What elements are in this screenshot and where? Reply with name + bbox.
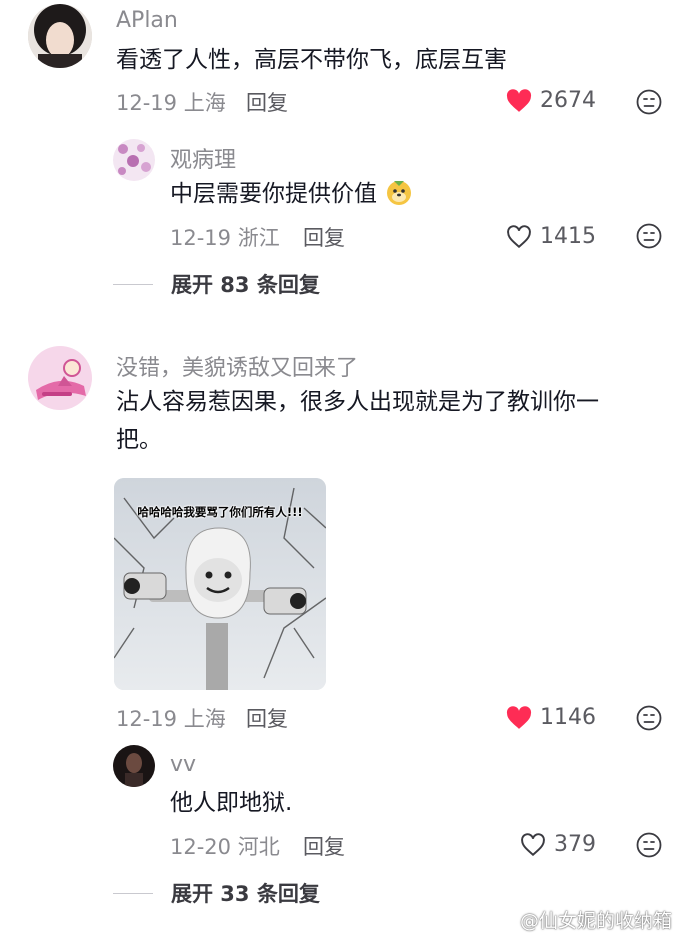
divider-line bbox=[113, 283, 153, 285]
comment-text-line2: 把。 bbox=[116, 427, 162, 453]
reply-username[interactable]: 观病理 bbox=[170, 142, 236, 174]
location-text: 浙江 bbox=[237, 226, 280, 250]
location-text: 河北 bbox=[237, 835, 280, 859]
dislike-icon[interactable] bbox=[636, 89, 662, 115]
expand-replies-button[interactable]: 展开 83 条回复 bbox=[113, 269, 320, 299]
reply-text-content: 中层需要你提供价值 bbox=[170, 181, 377, 207]
divider-line bbox=[113, 892, 153, 894]
date-text: 12-19 bbox=[170, 226, 232, 250]
location-text: 上海 bbox=[183, 707, 226, 731]
like-count: 2674 bbox=[540, 88, 596, 113]
comment-text-line1: 沾人容易惹因果，很多人出现就是为了教训你一 bbox=[116, 389, 599, 415]
reply-date: 12-20 河北 bbox=[170, 831, 280, 861]
comment-date: 12-19 上海 bbox=[116, 87, 226, 117]
date-text: 12-19 bbox=[116, 707, 178, 731]
dislike-icon[interactable] bbox=[636, 223, 662, 249]
cartoon-avatar-icon bbox=[28, 346, 92, 410]
reply-button[interactable]: 回复 bbox=[246, 87, 288, 117]
image-caption: 哈哈哈哈我要骂了你们所有人!!! bbox=[137, 505, 303, 519]
dislike-icon[interactable] bbox=[636, 832, 662, 858]
like-button[interactable]: 1415 bbox=[506, 224, 596, 249]
like-button[interactable]: 379 bbox=[520, 832, 596, 857]
heart-filled-icon bbox=[506, 88, 532, 112]
like-button[interactable]: 2674 bbox=[506, 88, 596, 113]
like-count: 1415 bbox=[540, 224, 596, 249]
comment-username[interactable]: APlan bbox=[116, 8, 178, 33]
date-text: 12-19 bbox=[116, 91, 178, 115]
location-text: 上海 bbox=[183, 91, 226, 115]
reply-button[interactable]: 回复 bbox=[246, 703, 288, 733]
reply-button[interactable]: 回复 bbox=[303, 222, 345, 252]
emoji-dog-icon bbox=[387, 181, 412, 205]
reply-text: 他人即地狱. bbox=[170, 790, 293, 816]
avatar[interactable] bbox=[28, 346, 92, 410]
dark-portrait-icon bbox=[113, 745, 155, 787]
comment-text: 看透了人性，高层不带你飞，底层互害 bbox=[116, 47, 507, 73]
reply-text: 中层需要你提供价值 bbox=[170, 175, 414, 213]
comment-username[interactable]: 没错，美貌诱敌又回来了 bbox=[116, 350, 358, 382]
reply-date: 12-19 浙江 bbox=[170, 222, 280, 252]
heart-outline-icon bbox=[507, 224, 531, 248]
flower-pattern-icon bbox=[113, 139, 155, 181]
expand-label: 展开 33 条回复 bbox=[171, 882, 320, 906]
avatar[interactable] bbox=[28, 4, 92, 68]
user-photo-icon bbox=[28, 4, 92, 68]
like-count: 1146 bbox=[540, 705, 596, 730]
comment-date: 12-19 上海 bbox=[116, 703, 226, 733]
like-count: 379 bbox=[554, 832, 596, 857]
reply-button[interactable]: 回复 bbox=[303, 831, 345, 861]
expand-replies-button[interactable]: 展开 33 条回复 bbox=[113, 878, 320, 908]
date-text: 12-20 bbox=[170, 835, 232, 859]
comment-image[interactable]: 哈哈哈哈我要骂了你们所有人!!! bbox=[114, 478, 326, 690]
watermark: @仙女妮的收纳箱 bbox=[520, 910, 673, 932]
like-button[interactable]: 1146 bbox=[506, 705, 596, 730]
expand-label: 展开 83 条回复 bbox=[171, 273, 320, 297]
heart-filled-icon bbox=[506, 705, 532, 729]
dislike-icon[interactable] bbox=[636, 705, 662, 731]
reply-avatar[interactable] bbox=[113, 745, 155, 787]
heart-outline-icon bbox=[521, 832, 545, 856]
reply-avatar[interactable] bbox=[113, 139, 155, 181]
reply-username[interactable]: vv bbox=[170, 752, 196, 777]
